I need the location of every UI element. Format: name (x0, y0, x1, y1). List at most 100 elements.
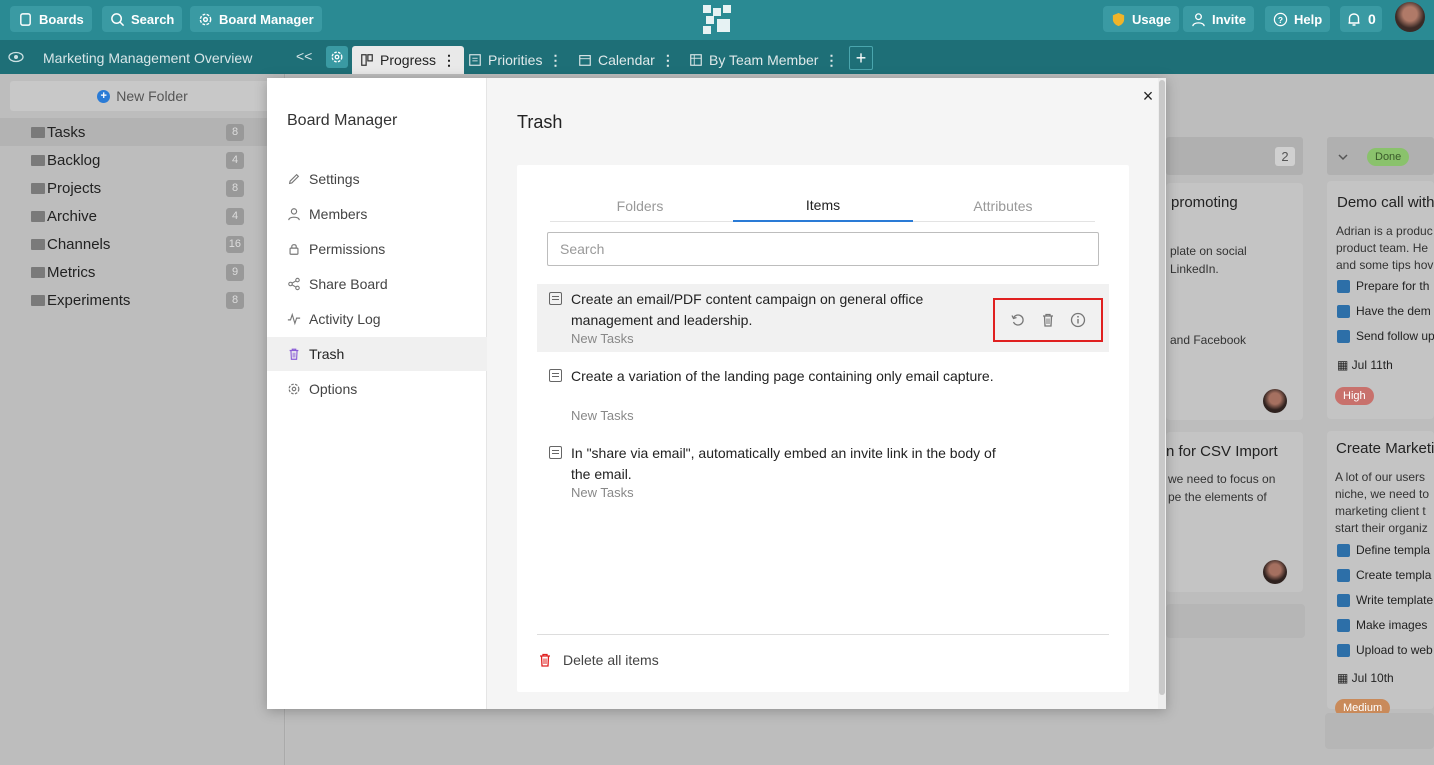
folder-count: 8 (226, 291, 244, 309)
tab-attributes[interactable]: Attributes (913, 189, 1093, 222)
card-text: A lot of our users (1335, 470, 1426, 484)
item-title: Create a variation of the landing page c… (571, 368, 994, 384)
app-logo-icon[interactable] (703, 5, 732, 34)
nav-item-share-board[interactable]: Share Board (267, 267, 487, 301)
close-button[interactable]: × (1140, 87, 1156, 105)
view-settings-button[interactable] (326, 46, 348, 68)
task-card[interactable]: Create Marketin A lot of our users niche… (1327, 431, 1434, 717)
folder-name: Metrics (47, 263, 96, 281)
eye-icon[interactable] (8, 51, 24, 63)
folder-item-experiments[interactable]: Experiments 8 (0, 286, 285, 314)
delete-all-button[interactable]: Delete all items (537, 652, 659, 668)
info-icon[interactable] (1070, 312, 1086, 328)
new-folder-button[interactable]: + New Folder (10, 81, 275, 111)
search-button[interactable]: Search (102, 6, 183, 32)
folder-item-channels[interactable]: Channels 16 (0, 230, 285, 258)
tab-priorities[interactable]: Priorities ⋮ (460, 46, 570, 74)
document-icon (549, 446, 562, 459)
search-input[interactable] (547, 232, 1099, 266)
tab-folders[interactable]: Folders (550, 189, 730, 222)
tab-menu-icon[interactable]: ⋮ (442, 52, 456, 69)
checklist-item: Have the dem (1356, 304, 1431, 318)
document-icon (549, 369, 562, 382)
checklist-item: Upload to web (1356, 643, 1433, 657)
trash-item[interactable]: In "share via email", automatically embe… (537, 438, 1109, 506)
nav-item-members[interactable]: Members (267, 197, 487, 231)
folder-icon (31, 126, 45, 138)
scrollbar[interactable] (1158, 78, 1166, 709)
checkbox-checked[interactable] (1337, 280, 1350, 293)
card-title: Create Marketin (1336, 440, 1434, 457)
tab-by-team-member[interactable]: By Team Member ⋮ (681, 46, 846, 74)
trash-icon (289, 348, 299, 360)
checkbox-checked[interactable] (1337, 594, 1350, 607)
nav-item-permissions[interactable]: Permissions (267, 232, 487, 266)
folder-item-tasks[interactable]: Tasks 8 (0, 118, 285, 146)
avatar (1263, 389, 1287, 413)
shield-icon (1112, 12, 1125, 26)
task-card[interactable]: promoting plate on social LinkedIn. and … (1166, 183, 1303, 420)
card-text: start their organiz (1335, 521, 1428, 535)
checkbox-checked[interactable] (1337, 544, 1350, 557)
notifications-button[interactable]: 0 (1340, 6, 1382, 32)
item-title: Create an email/PDF content campaign on … (571, 291, 924, 328)
invite-button[interactable]: Invite (1183, 6, 1254, 32)
board-icon (361, 54, 373, 66)
tab-calendar[interactable]: Calendar ⋮ (570, 46, 683, 74)
trash-item[interactable]: Create a variation of the landing page c… (537, 361, 1109, 429)
checkbox-checked[interactable] (1337, 305, 1350, 318)
task-card[interactable]: n for CSV Import we need to focus on pe … (1166, 432, 1303, 592)
trash-tabs: Folders Items Attributes (550, 189, 1095, 222)
folder-item-projects[interactable]: Projects 8 (0, 174, 285, 202)
usage-button[interactable]: Usage (1103, 6, 1180, 32)
task-card[interactable]: Demo call with Adrian is a produc produc… (1327, 181, 1434, 419)
checkbox-checked[interactable] (1337, 569, 1350, 582)
delete-icon[interactable] (1040, 312, 1056, 328)
checklist-item: Create templa (1356, 568, 1432, 582)
folders-sidebar: + New Folder Tasks 8 Backlog 4 Projects … (0, 74, 285, 765)
checkbox-checked[interactable] (1337, 644, 1350, 657)
column-header: 2 (1166, 137, 1303, 175)
avatar (1263, 560, 1287, 584)
boards-label: Boards (39, 11, 84, 27)
boards-button[interactable]: Boards (10, 6, 92, 32)
collapse-sidebar-button[interactable]: << (296, 48, 312, 64)
folder-item-metrics[interactable]: Metrics 9 (0, 258, 285, 286)
scrollbar-thumb[interactable] (1159, 80, 1165, 695)
nav-item-settings[interactable]: Settings (267, 162, 487, 196)
tab-progress[interactable]: Progress ⋮ (352, 46, 465, 74)
tab-menu-icon[interactable]: ⋮ (548, 52, 562, 69)
board-name[interactable]: Marketing Management Overview (43, 50, 252, 66)
add-card-area[interactable] (1166, 604, 1305, 638)
chevron-down-icon[interactable] (1337, 151, 1349, 163)
folder-item-archive[interactable]: Archive 4 (0, 202, 285, 230)
trash-item[interactable]: Create an email/PDF content campaign on … (537, 284, 1109, 352)
tab-label: Calendar (598, 52, 655, 68)
folder-count: 16 (225, 235, 244, 253)
checkbox-checked[interactable] (1337, 619, 1350, 632)
board-manager-button[interactable]: Board Manager (190, 6, 322, 32)
nav-item-options[interactable]: Options (267, 372, 487, 406)
nav-item-trash[interactable]: Trash (267, 337, 487, 371)
calendar-icon (579, 55, 591, 66)
table-icon (690, 54, 702, 66)
nav-item-activity-log[interactable]: Activity Log (267, 302, 487, 336)
card-text: product team. He (1336, 241, 1429, 255)
tab-menu-icon[interactable]: ⋮ (661, 52, 675, 69)
user-avatar[interactable] (1395, 2, 1425, 32)
tab-items[interactable]: Items (733, 189, 913, 222)
add-view-button[interactable]: + (849, 46, 873, 70)
add-card-area[interactable] (1325, 713, 1434, 749)
restore-icon[interactable] (1010, 312, 1026, 328)
pencil-icon (288, 173, 300, 185)
tab-menu-icon[interactable]: ⋮ (824, 52, 838, 69)
board-manager-modal: Board Manager Settings Members Permissio… (267, 78, 1166, 709)
help-button[interactable]: ? Help (1265, 6, 1331, 32)
trash-icon (540, 653, 550, 667)
folder-item-backlog[interactable]: Backlog 4 (0, 146, 285, 174)
checkbox-checked[interactable] (1337, 330, 1350, 343)
nav-label: Trash (309, 346, 345, 362)
column-header-done: Done (1327, 137, 1434, 175)
tab-label: Progress (380, 52, 437, 68)
folder-icon (31, 266, 45, 278)
